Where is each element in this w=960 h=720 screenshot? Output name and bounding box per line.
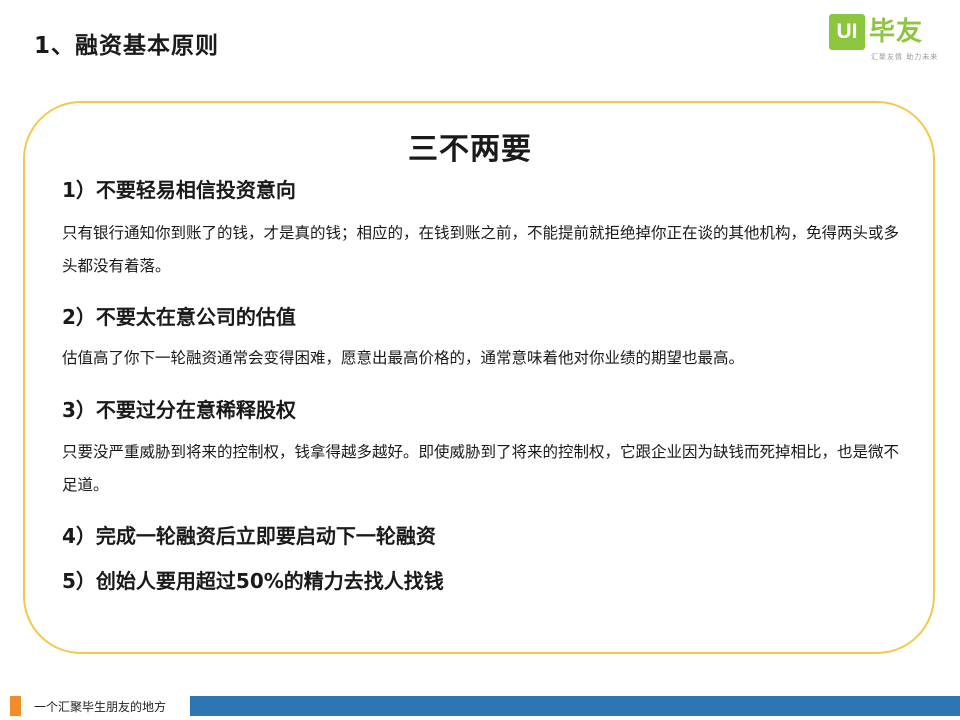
principle-3-title: 3）不要过分在意稀释股权 <box>62 398 296 422</box>
principle-5-title: 5）创始人要用超过50%的精力去找人找钱 <box>62 569 444 593</box>
logo-name: 毕友 <box>869 17 924 47</box>
principle-4-title: 4）完成一轮融资后立即要启动下一轮融资 <box>62 524 436 548</box>
brand-logo: UI 毕友 汇聚友情 助力未来 <box>829 14 941 61</box>
logo-tagline: 汇聚友情 助力未来 <box>871 53 939 61</box>
footer-bar <box>190 696 960 716</box>
footer-accent <box>10 696 21 716</box>
logo-mark: UI <box>829 14 865 50</box>
panel-heading: 三不两要 <box>408 132 532 167</box>
principle-2-title: 2）不要太在意公司的估值 <box>62 305 296 329</box>
principle-1-title: 1）不要轻易相信投资意向 <box>62 178 296 202</box>
footer-slogan: 一个汇聚毕生朋友的地方 <box>34 700 167 714</box>
principle-2-body: 估值高了你下一轮融资通常会变得困难，愿意出最高价格的，通常意味着他对你业绩的期望… <box>62 349 745 367</box>
principle-1-body: 只有银行通知你到账了的钱，才是真的钱；相应的，在钱到账之前，不能提前就拒绝掉你正… <box>62 224 900 275</box>
slide-title: 1、融资基本原则 <box>34 33 220 59</box>
principle-3-body: 只要没严重威胁到将来的控制权，钱拿得越多越好。即使威胁到了将来的控制权，它跟企业… <box>62 443 900 494</box>
